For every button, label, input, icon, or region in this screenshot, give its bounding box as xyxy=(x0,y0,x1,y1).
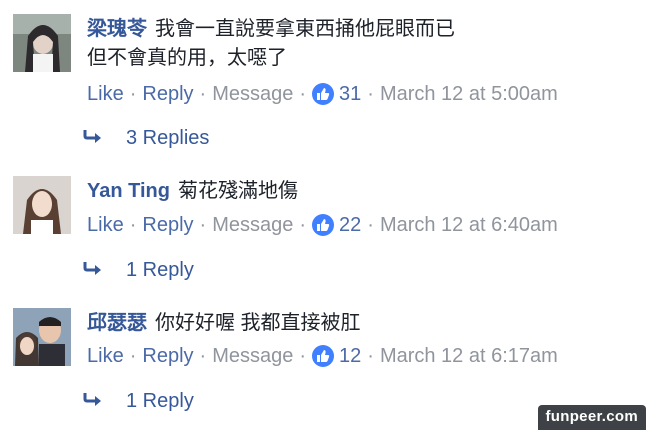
avatar[interactable] xyxy=(13,14,71,72)
separator: · xyxy=(129,344,137,367)
comment-text: Yan Ting 菊花殘滿地傷 xyxy=(87,178,298,204)
reply-arrow-icon xyxy=(82,390,104,413)
view-replies-link[interactable]: 3 Replies xyxy=(82,124,209,152)
separator: · xyxy=(199,344,207,367)
like-link[interactable]: Like xyxy=(87,83,124,106)
comment-actions: Like · Reply · Message · 22 · March 12 a… xyxy=(87,211,558,239)
comment-actions: Like · Reply · Message · 12 · March 12 a… xyxy=(87,342,558,370)
author-name[interactable]: 梁瑰苓 xyxy=(87,18,147,40)
message-link[interactable]: Message xyxy=(212,83,293,106)
view-replies-link[interactable]: 1 Reply xyxy=(82,387,194,415)
comment-text-line-1: 我會一直說要拿東西捅他屁眼而已 xyxy=(155,18,455,40)
replies-count-label[interactable]: 1 Reply xyxy=(126,390,194,413)
comment-text-line-2: 但不會真的用，太噁了 xyxy=(87,47,287,69)
separator: · xyxy=(299,213,307,236)
comment-text-line-1: 你好好喔 我都直接被肛 xyxy=(155,312,361,334)
thumbs-up-icon[interactable] xyxy=(312,214,335,236)
like-count[interactable]: 31 xyxy=(339,83,361,106)
separator: · xyxy=(367,344,374,367)
watermark: funpeer.com xyxy=(537,405,646,430)
separator: · xyxy=(299,344,307,367)
separator: · xyxy=(129,213,137,236)
separator: · xyxy=(199,213,207,236)
thumbs-up-icon[interactable] xyxy=(312,83,335,105)
separator: · xyxy=(129,82,137,105)
like-link[interactable]: Like xyxy=(87,214,124,237)
reply-link[interactable]: Reply xyxy=(142,214,193,237)
view-replies-link[interactable]: 1 Reply xyxy=(82,256,194,284)
timestamp[interactable]: March 12 at 5:00am xyxy=(380,83,558,106)
replies-count-label[interactable]: 3 Replies xyxy=(126,127,209,150)
separator: · xyxy=(299,82,307,105)
message-link[interactable]: Message xyxy=(212,214,293,237)
reply-arrow-icon xyxy=(82,259,104,282)
like-count[interactable]: 12 xyxy=(339,345,361,368)
replies-count-label[interactable]: 1 Reply xyxy=(126,259,194,282)
like-link[interactable]: Like xyxy=(87,345,124,368)
avatar[interactable] xyxy=(13,308,71,366)
reply-link[interactable]: Reply xyxy=(142,345,193,368)
author-name[interactable]: Yan Ting xyxy=(87,180,170,202)
like-count[interactable]: 22 xyxy=(339,214,361,237)
thumbs-up-icon[interactable] xyxy=(312,345,335,367)
reply-arrow-icon xyxy=(82,127,104,150)
timestamp[interactable]: March 12 at 6:40am xyxy=(380,214,558,237)
message-link[interactable]: Message xyxy=(212,345,293,368)
separator: · xyxy=(199,82,207,105)
avatar[interactable] xyxy=(13,176,71,234)
comment-text-line-1: 菊花殘滿地傷 xyxy=(177,180,298,202)
separator: · xyxy=(367,82,374,105)
reply-link[interactable]: Reply xyxy=(142,83,193,106)
comment-text: 邱瑟瑟 你好好喔 我都直接被肛 xyxy=(87,310,361,336)
comment-text: 梁瑰苓 我會一直說要拿東西捅他屁眼而已 xyxy=(87,16,455,42)
author-name[interactable]: 邱瑟瑟 xyxy=(87,312,147,334)
timestamp[interactable]: March 12 at 6:17am xyxy=(380,345,558,368)
comment-actions: Like · Reply · Message · 31 · March 12 a… xyxy=(87,80,558,108)
separator: · xyxy=(367,213,374,236)
